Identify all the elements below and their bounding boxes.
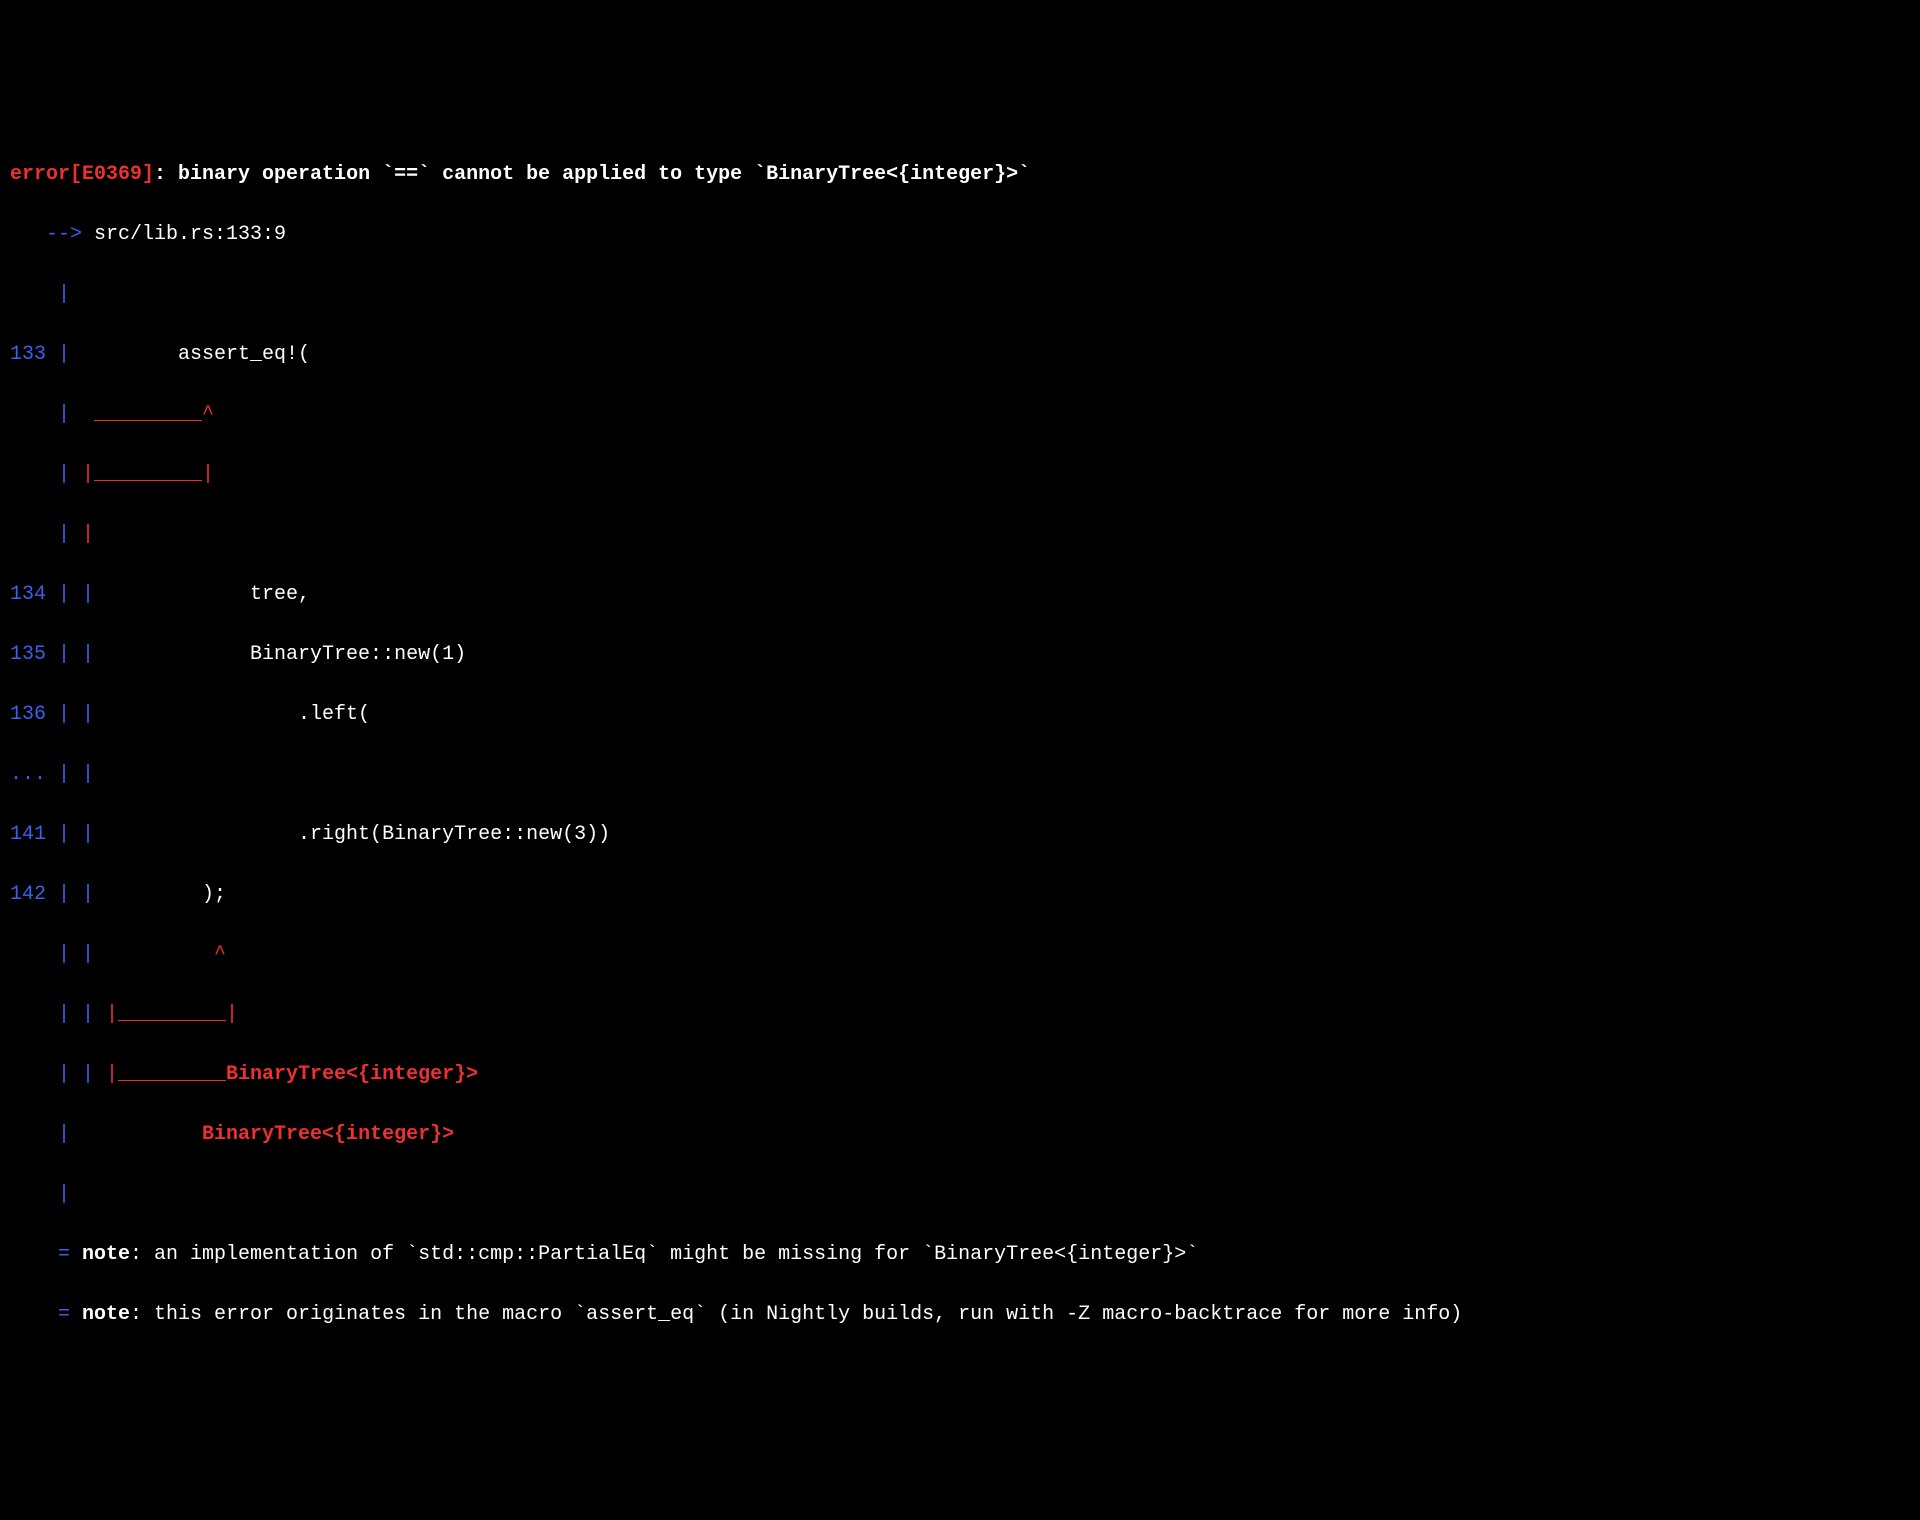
error-type: BinaryTree<{integer}> <box>70 1123 454 1146</box>
caret-line: | | ^ <box>10 940 1910 970</box>
code-line-136: 136 | | .left( <box>10 700 1910 730</box>
note-line: = note: this error originates in the mac… <box>10 1300 1910 1330</box>
code-text: assert_eq!( <box>70 343 310 366</box>
line-number: 141 | | <box>10 823 94 846</box>
location-path: src/lib.rs:133:9 <box>94 223 286 246</box>
location-arrow: --> <box>10 223 94 246</box>
code-line-142: 142 | | ); <box>10 880 1910 910</box>
code-text: .left( <box>94 703 370 726</box>
note-label: note <box>82 1243 130 1266</box>
line-number: 133 | <box>10 343 70 366</box>
error-header: error[E0369]: binary operation `==` cann… <box>10 160 1910 190</box>
error-type-line: | BinaryTree<{integer}> <box>10 1120 1910 1150</box>
error-code: [E0369] <box>70 163 154 186</box>
note-text: : an implementation of `std::cmp::Partia… <box>130 1243 1198 1266</box>
code-line-135: 135 | | BinaryTree::new(1) <box>10 640 1910 670</box>
code-line-dots: ... | | <box>10 760 1910 790</box>
location-line: --> src/lib.rs:133:9 <box>10 220 1910 250</box>
note-line: = note: an implementation of `std::cmp::… <box>10 1240 1910 1270</box>
line-number: 134 | | <box>10 583 94 606</box>
error-type: BinaryTree<{integer}> <box>226 1063 478 1086</box>
code-line-134: 134 | | tree, <box>10 580 1910 610</box>
line-number: 135 | | <box>10 643 94 666</box>
caret-underline: |_________| <box>70 463 214 486</box>
note-text: : this error originates in the macro `as… <box>130 1303 1462 1326</box>
note-label: note <box>82 1303 130 1326</box>
gutter-empty: | <box>10 280 1910 310</box>
line-number: 136 | | <box>10 703 94 726</box>
pipe: | <box>70 523 94 546</box>
code-text: tree, <box>94 583 310 606</box>
gutter-empty: | <box>10 1180 1910 1210</box>
error-message: : binary operation `==` cannot be applie… <box>154 163 1030 186</box>
terminal-output: error[E0369]: binary operation `==` cann… <box>10 130 1910 1360</box>
caret-line: | | |_________| <box>10 1000 1910 1030</box>
error-type-line: | | |_________BinaryTree<{integer}> <box>10 1060 1910 1090</box>
code-text: .right(BinaryTree::new(3)) <box>94 823 610 846</box>
code-line-133: 133 | assert_eq!( <box>10 340 1910 370</box>
caret-line: | |_________| <box>10 460 1910 490</box>
caret-underline: _________^ <box>70 403 214 426</box>
caret-close: |_________ <box>94 1063 226 1086</box>
dots: ... | | <box>10 763 94 786</box>
error-prefix: error <box>10 163 70 186</box>
caret-close: |_________| <box>94 1003 238 1026</box>
code-line-141: 141 | | .right(BinaryTree::new(3)) <box>10 820 1910 850</box>
line-number: 142 | | <box>10 883 94 906</box>
code-text: BinaryTree::new(1) <box>94 643 466 666</box>
caret: ^ <box>94 943 226 966</box>
pipe-line: | | <box>10 520 1910 550</box>
code-text: ); <box>94 883 226 906</box>
caret-line: | _________^ <box>10 400 1910 430</box>
